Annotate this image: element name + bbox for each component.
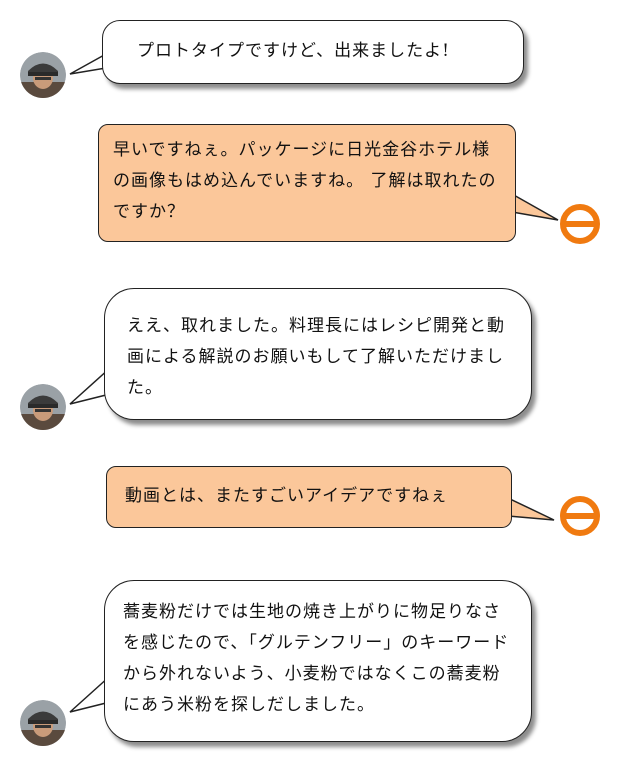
company-logo-icon <box>560 496 600 536</box>
chat-bubble-1: プロトタイプですけど、出来ましたよ! <box>102 20 524 84</box>
chef-avatar <box>20 384 66 430</box>
message-text: プロトタイプですけど、出来ましたよ! <box>137 41 450 61</box>
message-text: 蕎麦粉だけでは生地の焼き上がりに物足りなさを感じたので、「グルテンフリー」のキー… <box>123 602 510 715</box>
message-text: 動画とは、またすごいアイデアですねぇ <box>125 486 449 506</box>
chat-bubble-4: 動画とは、またすごいアイデアですねぇ <box>106 466 512 528</box>
chat-bubble-2: 早いですねぇ。パッケージに日光金谷ホテル様の画像もはめ込んでいますね。 了解は取… <box>98 124 516 242</box>
bubble-tail <box>507 496 555 521</box>
company-logo-icon <box>560 204 600 244</box>
chat-bubble-3: ええ、取れました。料理長にはレシピ開発と動画による解説のお願いもして了解いただけ… <box>104 288 532 420</box>
chat-bubble-5: 蕎麦粉だけでは生地の焼き上がりに物足りなさを感じたので、「グルテンフリー」のキー… <box>104 580 532 742</box>
message-text: ええ、取れました。料理長にはレシピ開発と動画による解説のお願いもして了解いただけ… <box>127 316 505 398</box>
chef-avatar <box>20 700 66 746</box>
chef-avatar <box>20 52 66 98</box>
message-text: 早いですねぇ。パッケージに日光金谷ホテル様の画像もはめ込んでいますね。 了解は取… <box>113 140 497 222</box>
bubble-tail <box>511 192 559 221</box>
